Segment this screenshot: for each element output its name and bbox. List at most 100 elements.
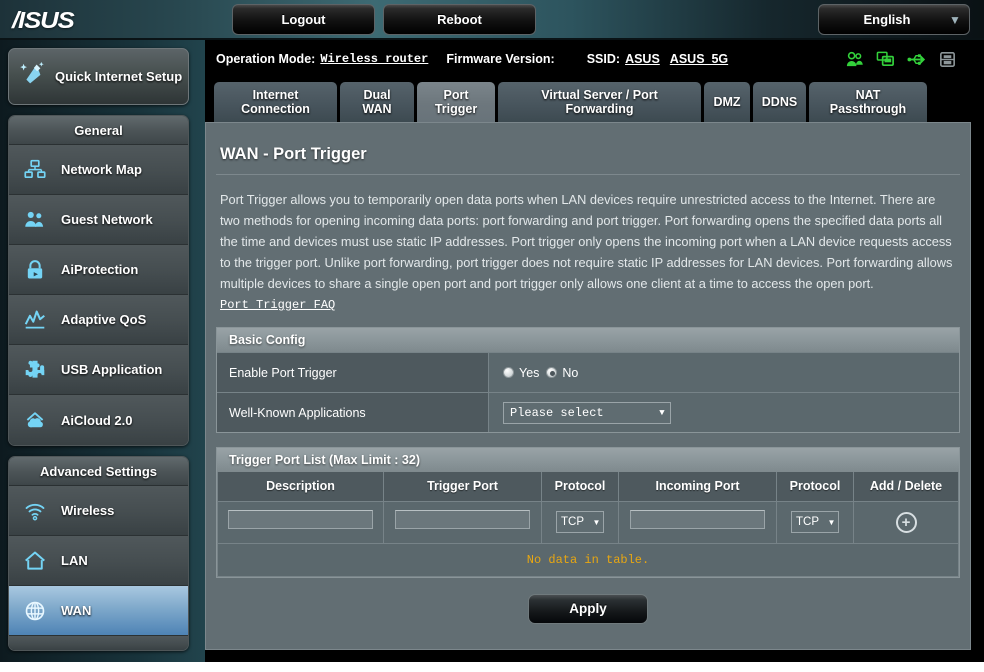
clients-icon[interactable] [845,50,864,69]
operation-mode-value[interactable]: Wireless router [320,52,428,66]
column-header-add-delete: Add / Delete [853,472,959,502]
cloud-icon [9,409,61,431]
sidebar-item-usb-application[interactable]: USB Application [9,345,188,395]
sidebar-item-label: Adaptive QoS [61,312,147,327]
sidebar-item-aiprotection[interactable]: AiProtection [9,245,188,295]
sidebar-item-aicloud[interactable]: AiCloud 2.0 [9,395,188,445]
chart-icon [9,309,61,331]
sidebar-item-label: AiCloud 2.0 [61,412,133,428]
protocol-2-select[interactable]: TCP ▼ [791,511,839,533]
apply-button[interactable]: Apply [528,593,648,624]
enable-port-trigger-row: Enable Port Trigger Yes No [217,352,959,392]
trigger-port-input[interactable] [394,510,530,529]
tab-dual-wan[interactable]: Dual WAN [340,82,414,122]
empty-table-message: No data in table. [217,542,959,577]
sidebar-item-network-map[interactable]: Network Map [9,145,188,195]
add-row-button[interactable]: + [895,511,917,533]
devices-icon[interactable] [876,50,895,69]
column-header-trigger-port: Trigger Port [383,472,542,502]
sidebar-item-label: LAN [61,553,88,568]
language-selector[interactable]: English ▼ [818,4,970,35]
chevron-down-icon: ▼ [827,517,836,527]
sidebar-item-adaptive-qos[interactable]: Adaptive QoS [9,295,188,345]
globe-icon [9,600,61,622]
nav-group-advanced-settings: Advanced Settings Wireless LAN WAN [8,456,189,651]
ssid-label: SSID: [586,52,621,66]
tab-port-trigger[interactable]: Port Trigger [417,82,495,122]
column-header-description: Description [217,472,384,502]
table-header-row: Description Trigger Port Protocol Incomi… [217,472,959,502]
protocol-1-value: TCP [561,516,584,528]
protocol-2-value: TCP [796,516,819,528]
sidebar-item-guest-network[interactable]: Guest Network [9,195,188,245]
language-label: English [863,12,911,27]
chevron-down-icon: ▼ [592,517,601,527]
quick-internet-setup-button[interactable]: Quick Internet Setup [8,48,189,105]
sidebar-item-wan[interactable]: WAN [9,586,188,636]
well-known-applications-value: Please select [510,405,604,420]
content-panel: WAN - Port Trigger Port Trigger allows y… [205,122,971,650]
page-bottom-edge [0,662,984,672]
sidebar-item-label: WAN [61,603,92,618]
reboot-button[interactable]: Reboot [383,4,536,35]
tab-virtual-server-port-forwarding[interactable]: Virtual Server / Port Forwarding [498,82,701,122]
enable-port-trigger-label: Enable Port Trigger [217,353,489,392]
title-divider [216,174,960,175]
enable-port-trigger-control: Yes No [489,353,959,392]
chevron-down-icon: ▼ [949,12,961,27]
sidebar: Quick Internet Setup General Network Map… [8,48,198,651]
radio-enable-no[interactable]: No [546,366,578,380]
sidebar-item-wireless[interactable]: Wireless [9,486,188,536]
cell-protocol-1: TCP ▼ [541,500,619,544]
cell-protocol-2: TCP ▼ [776,500,854,544]
asus-logo: /ISUS [12,7,75,33]
description-input[interactable] [227,510,374,529]
network-map-icon [9,159,61,181]
sidebar-item-label: USB Application [61,362,163,377]
column-header-protocol-1: Protocol [541,472,619,502]
status-icon-group [845,50,957,69]
sidebar-item-lan[interactable]: LAN [9,536,188,586]
tab-nat-passthrough[interactable]: NAT Passthrough [809,82,927,122]
logout-button[interactable]: Logout [232,4,375,35]
wifi-icon [9,500,61,522]
new-entry-row: TCP ▼ TCP ▼ + [217,500,959,544]
basic-config-heading: Basic Config [217,328,959,352]
tab-ddns[interactable]: DDNS [753,82,806,122]
apply-button-container: Apply [206,593,970,624]
well-known-applications-control: Please select ▼ [489,393,959,432]
operation-mode-label: Operation Mode: [216,52,316,66]
sidebar-item-next-partial[interactable] [9,636,188,650]
trigger-port-list-section: Trigger Port List (Max Limit : 32) Descr… [216,447,960,578]
tab-internet-connection[interactable]: Internet Connection [214,82,337,122]
nav-group-general-title: General [9,116,188,145]
lock-icon [9,259,61,281]
radio-no-label: No [562,365,579,380]
tab-dmz[interactable]: DMZ [704,82,750,122]
radio-yes-icon [503,367,514,378]
printer-icon[interactable] [938,50,957,69]
puzzle-icon [9,359,61,381]
page-description: Port Trigger allows you to temporarily o… [220,192,953,291]
column-header-incoming-port: Incoming Port [618,472,777,502]
chevron-down-icon: ▼ [659,407,665,418]
ssid-5g-value[interactable]: ASUS_5G [670,52,728,66]
page-title: WAN - Port Trigger [220,145,367,163]
radio-yes-label: Yes [519,365,540,380]
radio-enable-yes[interactable]: Yes [503,366,539,380]
trigger-port-table: Description Trigger Port Protocol Incomi… [217,472,959,577]
port-trigger-faq-link[interactable]: Port Trigger FAQ [220,298,335,312]
sidebar-item-label: Network Map [61,162,142,177]
incoming-port-input[interactable] [629,510,765,529]
well-known-applications-select[interactable]: Please select ▼ [503,401,671,424]
usb-icon[interactable] [907,50,926,69]
sidebar-item-label: Guest Network [61,212,153,227]
protocol-1-select[interactable]: TCP ▼ [556,511,604,533]
cell-description [217,500,384,544]
nav-group-advanced-title: Advanced Settings [9,457,188,486]
magic-wand-icon [9,60,55,94]
tab-bar: Internet Connection Dual WAN Port Trigge… [214,82,930,122]
ssid-24g-value[interactable]: ASUS [625,52,660,66]
trigger-port-list-heading: Trigger Port List (Max Limit : 32) [217,448,959,472]
cell-add-delete: + [853,500,959,544]
